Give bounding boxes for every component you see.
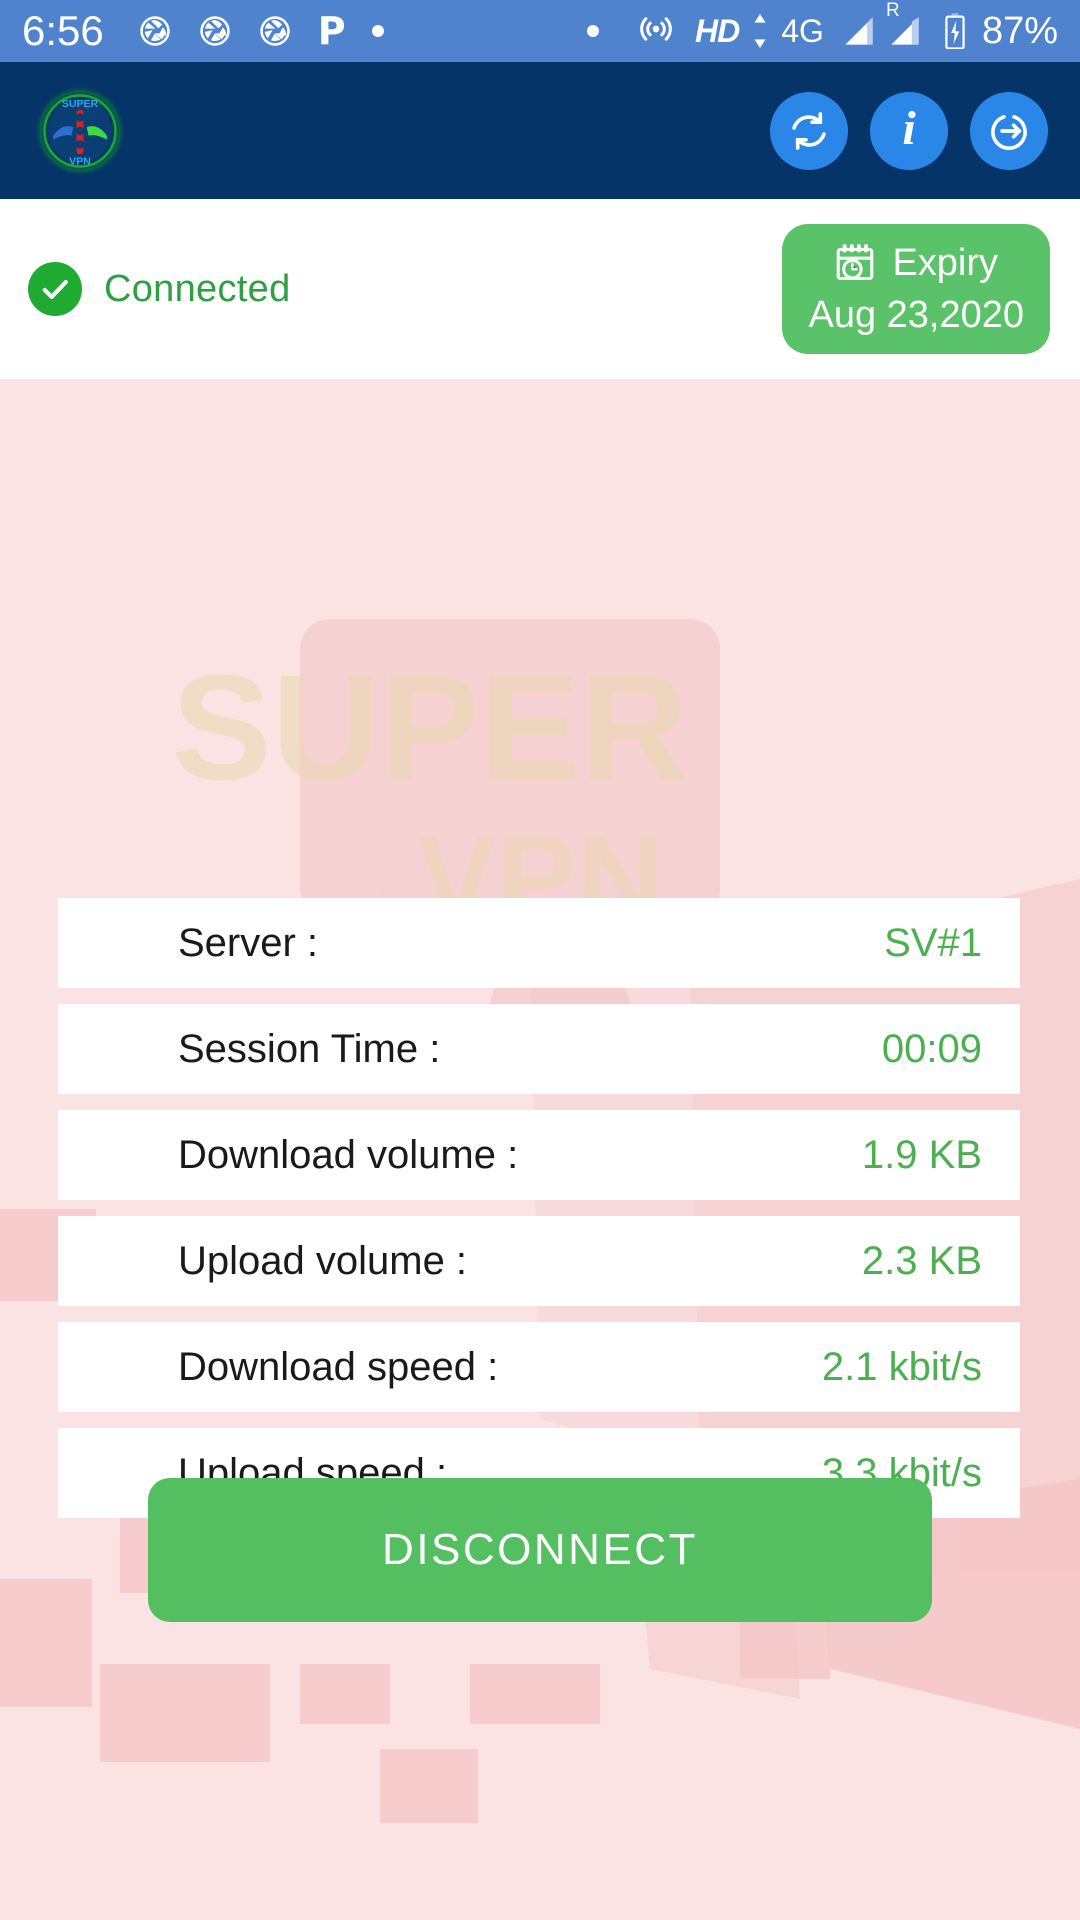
- hotspot-icon: [637, 10, 675, 53]
- table-row: Upload volume : 2.3 KB: [58, 1216, 1020, 1306]
- signal-bars-icon: [842, 16, 876, 46]
- aperture-icon: [258, 14, 292, 48]
- dot-icon: [587, 25, 600, 37]
- battery-charging-icon: [944, 13, 966, 50]
- dot-icon: [371, 25, 384, 37]
- info-icon: i: [902, 101, 916, 155]
- status-bar-clock: 6:56: [22, 7, 104, 54]
- roaming-icon: R: [885, 0, 900, 21]
- stat-label: Download volume :: [178, 1132, 519, 1177]
- connection-status-strip: Connected Expiry Aug 23,2020: [0, 199, 1080, 379]
- stat-label: Server :: [178, 920, 319, 965]
- stat-value: 2.3 KB: [861, 1238, 982, 1283]
- aperture-icon: [198, 14, 232, 48]
- stat-value: 1.9 KB: [861, 1132, 982, 1177]
- table-row: Download speed : 2.1 kbit/s: [58, 1322, 1020, 1412]
- refresh-button[interactable]: [770, 91, 848, 170]
- stat-value: 2.1 kbit/s: [821, 1344, 982, 1389]
- app-header: SUPER VPN i: [0, 62, 1080, 199]
- p-icon: P: [317, 9, 346, 53]
- status-bar-system-icons: HD 4G R 87%: [587, 0, 1058, 53]
- expiry-date: Aug 23,2020: [808, 294, 1024, 336]
- network-type-label: 4G: [781, 12, 824, 49]
- expiry-label: Expiry: [892, 242, 999, 284]
- main-content: SUPER VPN Server : SV#1 Session Time : 0…: [0, 379, 1080, 1920]
- status-bar-notification-icons: P: [138, 12, 384, 50]
- super-vpn-logo: SUPER VPN: [32, 83, 128, 179]
- aperture-icon: [138, 14, 172, 48]
- svg-text:SUPER: SUPER: [172, 643, 689, 811]
- expiry-badge[interactable]: Expiry Aug 23,2020: [782, 224, 1050, 354]
- disconnect-button[interactable]: DISCONNECT: [148, 1478, 932, 1622]
- stat-label: Download speed :: [178, 1344, 499, 1389]
- system-status-bar: 6:56 P HD 4G R 87%: [0, 0, 1080, 62]
- expiry-badge-header: Expiry: [808, 242, 1024, 284]
- phone-screen: 6:56 P HD 4G R 87% SUPER VPN i Connected…: [0, 0, 1080, 1920]
- info-button[interactable]: i: [870, 91, 948, 170]
- table-row: Download volume : 1.9 KB: [58, 1110, 1020, 1200]
- svg-text:VPN: VPN: [69, 155, 91, 167]
- stat-value: 00:09: [881, 1026, 982, 1071]
- logout-arrow-icon: [986, 108, 1032, 154]
- app-header-actions: i: [770, 91, 1048, 170]
- roaming-indicator: R: [886, 0, 922, 46]
- logout-button[interactable]: [970, 91, 1048, 170]
- hd-icon: HD: [695, 12, 740, 49]
- calendar-clock-icon: [834, 242, 876, 284]
- table-row: Server : SV#1: [58, 898, 1020, 988]
- data-arrows-icon: [751, 14, 769, 48]
- stat-value: SV#1: [884, 920, 982, 965]
- refresh-icon: [786, 108, 832, 154]
- check-circle-icon: [28, 262, 82, 316]
- table-row: Session Time : 00:09: [58, 1004, 1020, 1094]
- connection-status: Connected: [28, 262, 291, 316]
- connection-status-label: Connected: [104, 267, 291, 310]
- stat-label: Upload volume :: [178, 1238, 468, 1283]
- stat-label: Session Time :: [178, 1026, 441, 1071]
- stats-list: Server : SV#1 Session Time : 00:09 Downl…: [58, 898, 1020, 1534]
- battery-percent-label: 87%: [981, 9, 1058, 52]
- svg-text:SUPER: SUPER: [62, 98, 99, 110]
